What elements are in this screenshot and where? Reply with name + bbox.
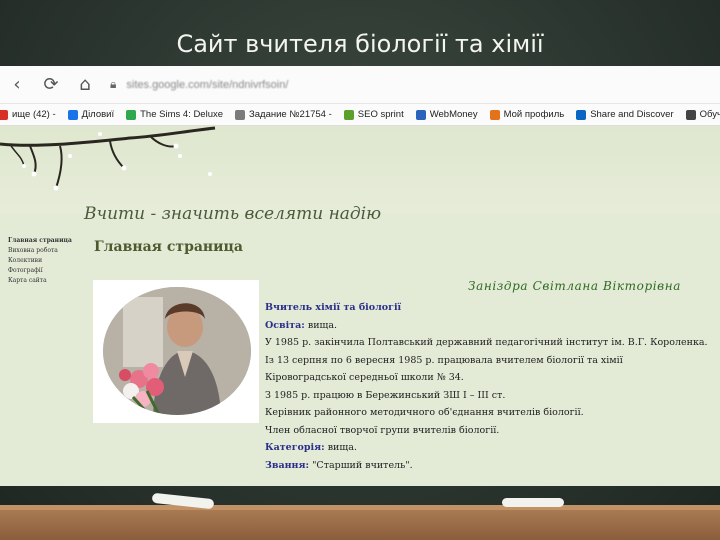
bookmark-item[interactable]: Обучение – Реален (685, 109, 720, 120)
bio-line: Із 13 серпня по 6 вересня 1985 р. працюв… (265, 355, 705, 373)
bio-text: "Старший вчитель". (309, 459, 413, 471)
sims-icon (126, 109, 137, 120)
bio-line: У 1985 р. закінчила Полтавський державни… (265, 337, 708, 355)
sidebar-nav-item[interactable]: Фотографії (8, 266, 88, 276)
teacher-name: Заніздра Світлана Вікторівна (468, 279, 682, 293)
bio-label: Категорія: (265, 442, 325, 453)
teacher-bio: Вчитель хімії та біології Освіта: вища. У … (265, 302, 708, 478)
bio-line: Кіровоградської середньої школи № 34. (265, 372, 705, 390)
home-icon[interactable]: ⌂ (68, 74, 102, 95)
sidebar-nav-item[interactable]: Главная страница (8, 236, 88, 246)
sp-icon (235, 109, 246, 120)
bio-text: Член обласної творчої групи вчителів біо… (265, 424, 500, 436)
bio-line: Звання: "Старший вчитель". (265, 460, 705, 478)
bookmark-label: ище (42) - (12, 109, 56, 120)
mail-icon (0, 109, 8, 120)
bio-label: Освіта: (265, 319, 305, 331)
bookmark-item[interactable]: Share and Discover (576, 109, 674, 120)
bio-line: Керівник районного методичного об'єднанн… (265, 407, 705, 425)
bookmark-item[interactable]: The Sims 4: Deluxe (126, 109, 223, 120)
bio-text: З 1985 р. працюю в Бережинський ЗШ I – I… (265, 389, 506, 401)
profile-icon (489, 109, 500, 120)
seo-icon (343, 109, 354, 120)
bookmark-item[interactable]: Мой профиль (489, 109, 565, 120)
bio-line: Категорія: вища. (265, 442, 705, 460)
teacher-photo (103, 287, 251, 415)
bio-text: У 1985 р. закінчила Полтавський державни… (265, 337, 708, 348)
bookmark-label: Діловиї (81, 109, 115, 120)
linkedin-icon (576, 109, 587, 120)
bio-text: Кіровоградської середньої школи № 34. (265, 372, 464, 383)
branch-decoration-icon (0, 126, 216, 191)
bio-text: Із 13 серпня по 6 вересня 1985 р. працюв… (265, 354, 623, 366)
bookmark-item[interactable]: ище (42) - (0, 109, 56, 120)
address-bar[interactable]: 🔒︎ sites.google.com/site/ndnivrfsoin/ (110, 77, 288, 92)
learn-icon (685, 109, 696, 120)
bookmark-label: The Sims 4: Deluxe (140, 109, 224, 120)
site-page: Вчити - значить вселяти надію Главная ст… (0, 126, 720, 486)
board-ledge (0, 510, 720, 540)
sidebar-nav-item[interactable]: Карта сайта (8, 276, 88, 286)
bio-text: вища. (324, 442, 357, 453)
site-sidebar-nav: Главная страница Виховна робота Колективи Ф… (8, 236, 88, 286)
bio-line: Освіта: вища. (265, 320, 705, 338)
reload-icon[interactable]: ⟳ (34, 74, 68, 95)
back-arrow-icon[interactable]: ‹ (0, 74, 34, 95)
bio-text: вища. (304, 319, 338, 331)
bio-label: Звання: (265, 459, 310, 471)
chalk-piece-icon (502, 498, 564, 507)
page-heading: Главная страница (94, 239, 243, 255)
bookmark-label: Задание №21754 - (249, 109, 332, 120)
bio-text: Керівник районного методичного об'єднанн… (265, 407, 584, 418)
teacher-photo-frame (93, 280, 259, 423)
bookmark-label: Обучение – Реален (699, 109, 720, 120)
sidebar-nav-item[interactable]: Колективи (8, 256, 88, 266)
bookmark-item[interactable]: WebMoney (415, 109, 478, 120)
bookmark-label: WebMoney (429, 109, 478, 120)
bookmark-item[interactable]: Діловиї (67, 109, 115, 120)
browser-navbar: ‹ ⟳ ⌂ 🔒︎ sites.google.com/site/ndnivrfso… (0, 66, 720, 104)
bio-text: Вчитель хімії та біології (265, 302, 402, 313)
chalk-piece-icon (152, 493, 214, 509)
sidebar-nav-item[interactable]: Виховна робота (8, 246, 88, 256)
page-icon (67, 109, 78, 120)
bio-line: Вчитель хімії та біології (265, 302, 705, 320)
browser-window: ‹ ⟳ ⌂ 🔒︎ sites.google.com/site/ndnivrfso… (0, 66, 720, 486)
bio-line: Член обласної творчої групи вчителів біо… (265, 425, 705, 443)
bookmark-label: SEO sprint (357, 109, 404, 120)
bookmark-label: Share and Discover (590, 109, 674, 120)
site-motto: Вчити - значить вселяти надію (84, 204, 382, 224)
bio-line: З 1985 р. працюю в Бережинський ЗШ I – I… (265, 390, 705, 408)
bookmark-item[interactable]: SEO sprint (343, 109, 404, 120)
url-text: sites.google.com/site/ndnivrfsoin/ (126, 78, 289, 91)
bookmark-item[interactable]: Задание №21754 - (235, 109, 332, 120)
bookmarks-bar: ище (42) - Діловиї The Sims 4: Deluxe Задан… (0, 104, 720, 126)
lock-icon: 🔒︎ (110, 77, 117, 91)
bookmark-label: Мой профиль (503, 109, 565, 120)
webmoney-icon (415, 109, 426, 120)
slide-title: Сайт вчителя біології та хімії (176, 30, 544, 58)
